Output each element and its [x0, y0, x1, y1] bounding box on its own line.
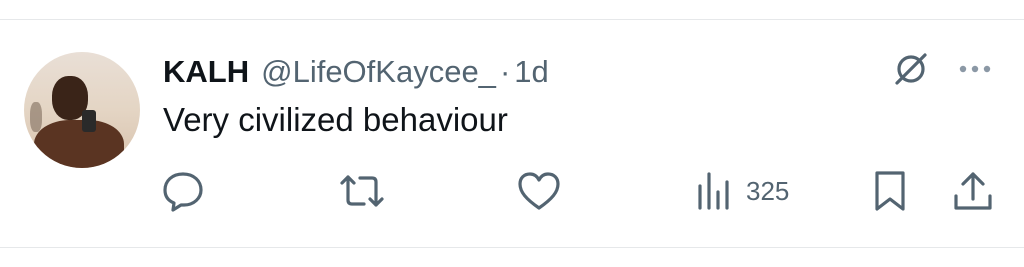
display-name[interactable]: KALH [163, 54, 249, 90]
avatar-body [34, 120, 124, 168]
bookmark-button[interactable] [868, 165, 912, 217]
bottom-divider [0, 247, 1024, 248]
timestamp[interactable]: 1d [514, 54, 548, 90]
bookmark-icon [875, 171, 905, 211]
share-button[interactable] [950, 165, 996, 217]
retweet-button[interactable] [334, 165, 390, 217]
views-button[interactable]: 325 [692, 165, 789, 217]
avatar-background-frame [30, 102, 42, 132]
top-divider [0, 19, 1024, 20]
share-upload-icon [954, 172, 992, 210]
bar-chart-icon [698, 172, 729, 210]
avatar-phone [82, 110, 96, 132]
views-count: 325 [746, 175, 790, 206]
action-bar: 325 [0, 165, 1024, 217]
avatar[interactable] [24, 52, 140, 168]
heart-icon [518, 172, 560, 210]
tweet-text: Very civilized behaviour [163, 101, 508, 138]
grok-icon[interactable] [888, 46, 934, 92]
user-handle[interactable]: @LifeOfKaycee_ [261, 54, 496, 90]
reply-bubble-icon [163, 172, 203, 212]
retweet-icon [340, 175, 384, 207]
separator-dot: · [499, 54, 511, 89]
like-button[interactable] [514, 165, 564, 217]
tweet-header: KALH @LifeOfKaycee_ · 1d [163, 52, 549, 92]
more-icon[interactable] [954, 54, 1000, 84]
reply-button[interactable] [158, 165, 208, 217]
